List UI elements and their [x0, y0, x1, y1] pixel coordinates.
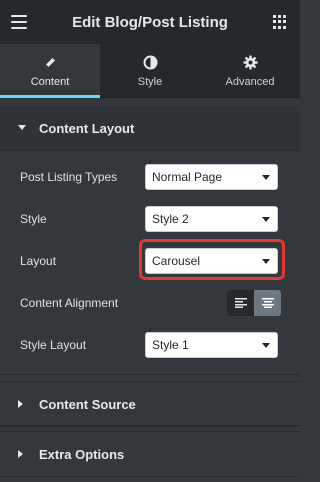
style-label: Style — [20, 212, 47, 226]
grid-icon[interactable] — [273, 15, 287, 29]
select-value: Normal Page — [152, 170, 223, 184]
style-layout-row: Style Layout Style 1 — [0, 330, 300, 360]
section-content-layout-header[interactable]: Content Layout — [0, 106, 300, 151]
caret-right-icon — [17, 399, 39, 409]
tab-content[interactable]: Content — [0, 44, 100, 98]
content-alignment-label: Content Alignment — [20, 296, 119, 310]
panel-header: Edit Blog/Post Listing — [0, 0, 300, 45]
panel-title: Edit Blog/Post Listing — [72, 13, 228, 31]
layout-label: Layout — [20, 254, 57, 268]
post-listing-types-select[interactable]: Normal Page — [145, 164, 278, 190]
post-listing-types-row: Post Listing Types Normal Page — [0, 162, 300, 192]
select-value: Style 1 — [152, 338, 189, 352]
tab-advanced[interactable]: Advanced — [200, 44, 300, 97]
section-title: Extra Options — [39, 446, 125, 462]
caret-down-icon — [17, 124, 39, 132]
section-title: Content Layout — [39, 120, 135, 136]
caret-right-icon — [17, 449, 39, 459]
section-title: Content Source — [39, 396, 136, 412]
section-content-source-header[interactable]: Content Source — [0, 381, 300, 427]
chevron-down-icon — [262, 217, 270, 222]
pencil-icon — [43, 54, 57, 72]
style-row: Style Style 2 — [0, 204, 300, 234]
section-divider — [0, 425, 300, 426]
highlight-box — [139, 239, 285, 280]
hamburger-icon[interactable] — [11, 15, 27, 29]
half-circle-icon — [143, 54, 158, 72]
select-value: Style 2 — [152, 212, 189, 226]
align-center-icon — [261, 298, 274, 308]
align-center-button[interactable] — [254, 290, 281, 316]
content-alignment-row: Content Alignment — [0, 288, 300, 318]
editor-tabs: Content Style Advanced — [0, 44, 300, 98]
post-listing-types-label: Post Listing Types — [20, 170, 118, 184]
style-select[interactable]: Style 2 — [145, 206, 278, 232]
section-divider — [0, 374, 300, 375]
tab-label: Advanced — [225, 75, 275, 88]
chevron-down-icon — [262, 175, 270, 180]
style-layout-label: Style Layout — [20, 338, 87, 352]
chevron-down-icon — [262, 343, 270, 348]
tab-label: Style — [137, 75, 163, 88]
tab-style[interactable]: Style — [100, 44, 200, 97]
align-left-icon — [234, 298, 247, 308]
tab-label: Content — [30, 75, 70, 88]
gear-icon — [243, 54, 258, 72]
section-extra-options-header[interactable]: Extra Options — [0, 431, 300, 477]
alignment-toggle-group — [227, 290, 281, 316]
align-left-button[interactable] — [227, 290, 254, 316]
style-layout-select[interactable]: Style 1 — [145, 332, 278, 358]
